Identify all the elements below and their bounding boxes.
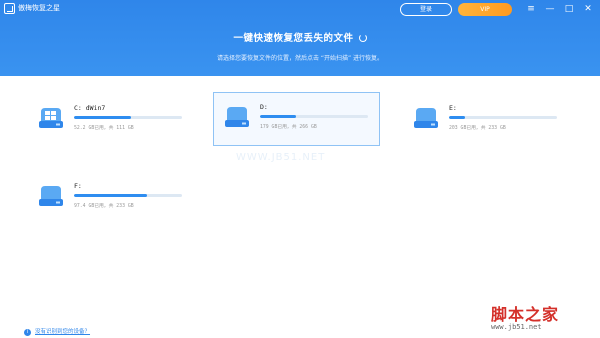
help-link[interactable]: i 没有识别到您的设备？ [24,327,90,336]
drive-icon [414,108,438,128]
drive-capacity: 52.2 GB已用，共 111 GB [74,126,134,131]
drive-icon [225,107,249,127]
site-logo: 脚本之家 [491,305,560,324]
site-url: www.jb51.net [491,323,542,331]
drive-usage-fill [449,116,466,119]
maximize-icon[interactable]: □ [562,2,576,16]
close-icon[interactable]: ✕ [581,2,595,16]
drive-name: C: dWin7 [74,104,106,112]
refresh-icon[interactable] [358,34,367,42]
drive-name: F: [74,182,82,190]
drive-usage-fill [74,116,132,119]
drive-usage-bar [260,115,368,118]
minimize-icon[interactable]: — [543,2,557,16]
login-button[interactable]: 登录 [400,3,452,16]
watermark: WWW.JB51.NET [236,152,326,163]
page-title: 一键快速恢复您丢失的文件 [0,30,600,44]
windows-drive-icon [39,108,63,128]
drive-item-c[interactable]: C: dWin7 52.2 GB已用，共 111 GB [28,94,194,148]
drive-item-e[interactable]: E: 203 GB已用，共 233 GB [403,94,569,148]
drive-capacity: 203 GB已用，共 233 GB [449,126,506,131]
app-logo-icon [4,3,15,14]
page-title-text: 一键快速恢复您丢失的文件 [233,33,354,44]
drive-capacity: 97.4 GB已用，共 233 GB [74,204,134,209]
menu-icon[interactable]: ≡ [524,2,538,16]
drive-icon [39,186,63,206]
drive-name: E: [449,104,457,112]
drive-usage-bar [74,116,182,119]
drive-capacity: 179 GB已用，共 266 GB [260,125,317,130]
drive-name: D: [260,103,268,111]
drive-usage-fill [74,194,148,197]
info-icon: i [24,329,31,336]
help-link-text[interactable]: 没有识别到您的设备？ [35,329,90,335]
vip-button[interactable]: VIP [458,3,512,16]
drive-item-f[interactable]: F: 97.4 GB已用，共 233 GB [28,172,194,226]
page-subtitle: 请选择您要恢复文件的位置，然后点击 “开始扫描” 进行恢复。 [216,55,384,62]
drive-item-d[interactable]: D: 179 GB已用，共 266 GB [213,92,380,146]
drive-usage-fill [260,115,296,118]
title-bar: 傲梅恢复之星 登录 VIP ≡ — □ ✕ [0,0,600,18]
app-title: 傲梅恢复之星 [18,4,60,12]
drive-usage-bar [74,194,182,197]
header-banner: 傲梅恢复之星 登录 VIP ≡ — □ ✕ 一键快速恢复您丢失的文件 请选择您要… [0,0,600,76]
drive-usage-bar [449,116,557,119]
